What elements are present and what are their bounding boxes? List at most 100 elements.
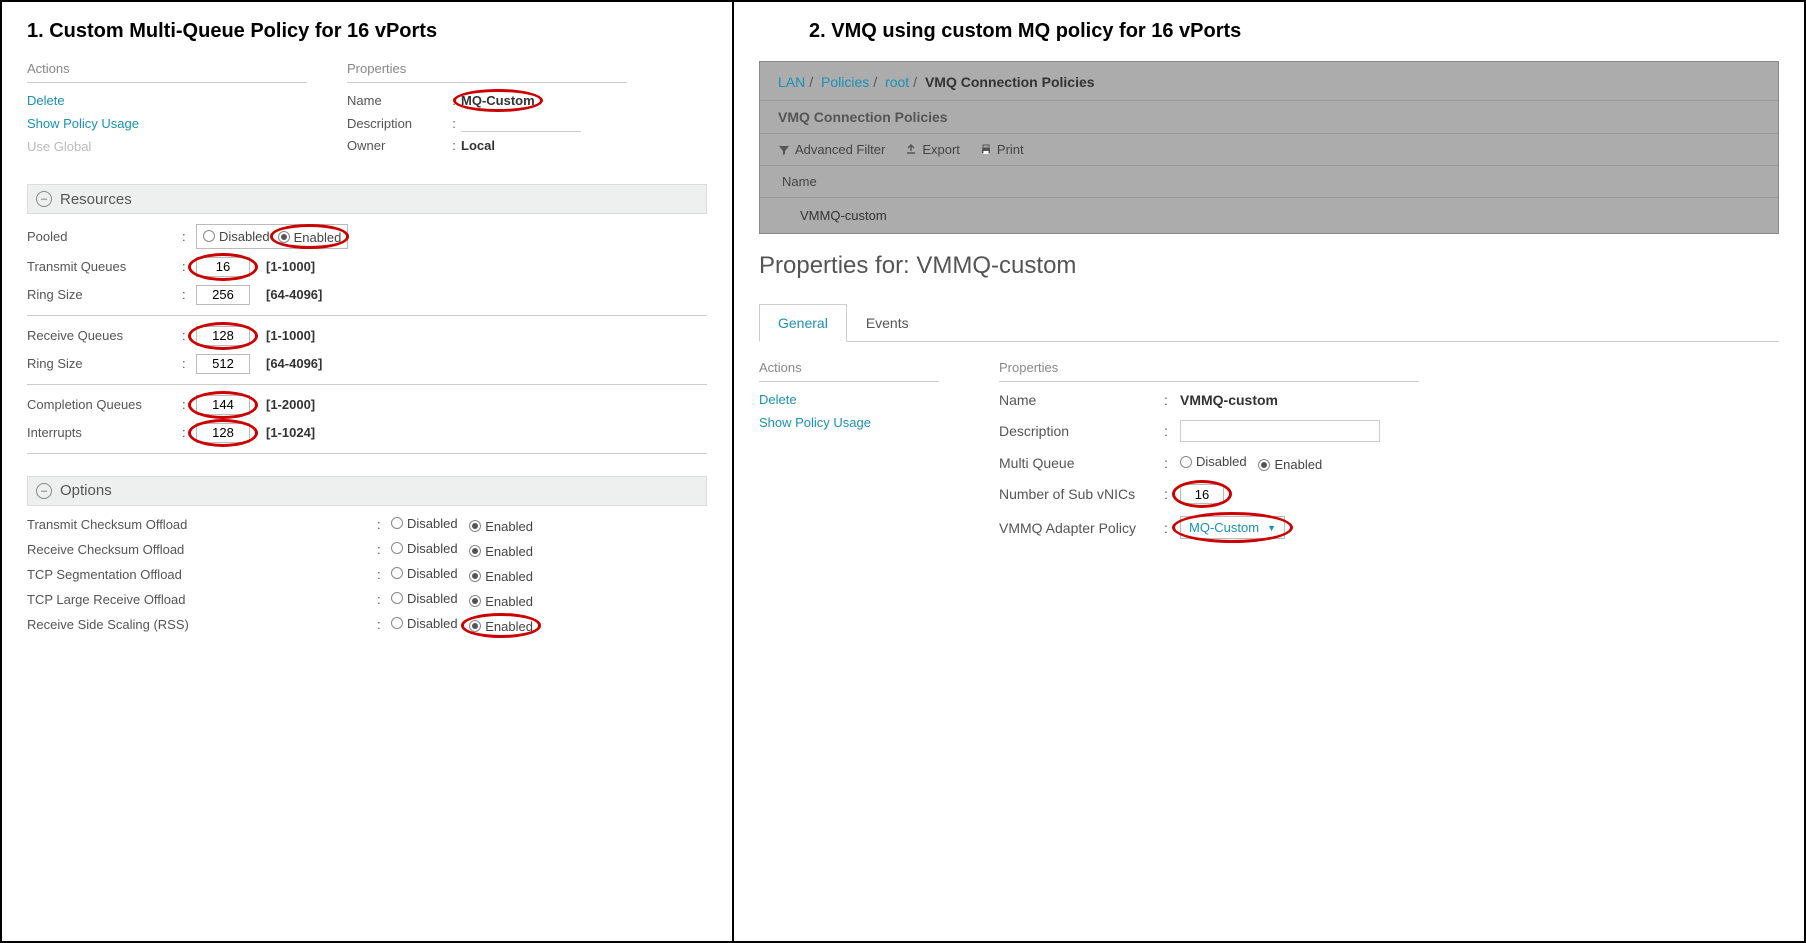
tcp-seg-label: TCP Segmentation Offload: [27, 567, 377, 582]
actions-header: Actions: [27, 61, 307, 83]
rx-csum-label: Receive Checksum Offload: [27, 542, 377, 557]
policies-list-block: LAN/ Policies/ root/ VMQ Connection Poli…: [759, 61, 1779, 234]
rss-enabled-radio[interactable]: [469, 620, 481, 632]
right-actions-column: Actions Delete Show Policy Usage: [759, 360, 959, 551]
description-label: Description: [347, 116, 447, 131]
right-actions-header: Actions: [759, 360, 939, 382]
rss-label: Receive Side Scaling (RSS): [27, 617, 377, 632]
tx-csum-label: Transmit Checksum Offload: [27, 517, 377, 532]
tx-queues-input[interactable]: [196, 257, 250, 277]
rx-csum-enabled-radio[interactable]: [469, 545, 481, 557]
options-header[interactable]: – Options: [27, 476, 707, 506]
right-properties-column: Properties Name : VMMQ-custom Descriptio…: [999, 360, 1419, 551]
export-icon: [905, 144, 917, 156]
tcp-seg-disabled-radio[interactable]: [391, 567, 403, 579]
tx-ring-range: [64-4096]: [266, 287, 322, 302]
r-mq-label: Multi Queue: [999, 455, 1164, 471]
collapse-icon[interactable]: –: [36, 191, 52, 207]
pooled-radio-group[interactable]: Disabled Enabled: [196, 224, 348, 249]
tcp-seg-radio-group[interactable]: Disabled Enabled: [391, 566, 533, 584]
tx-queues-label: Transmit Queues: [27, 259, 182, 274]
export-button[interactable]: Export: [905, 142, 960, 157]
right-panel-title: 2. VMQ using custom MQ policy for 16 vPo…: [759, 20, 1779, 43]
print-icon: [980, 144, 992, 156]
tcp-lro-radio-group[interactable]: Disabled Enabled: [391, 591, 533, 609]
use-global-link: Use Global: [27, 139, 307, 154]
r-subvnics-label: Number of Sub vNICs: [999, 486, 1164, 502]
rx-ring-label: Ring Size: [27, 356, 182, 371]
rx-queues-range: [1-1000]: [266, 328, 315, 343]
cq-input[interactable]: [196, 395, 250, 415]
description-input[interactable]: [461, 114, 581, 132]
resources-header[interactable]: – Resources: [27, 184, 707, 214]
list-row[interactable]: VMMQ-custom: [760, 198, 1778, 233]
tx-ring-input[interactable]: [196, 285, 250, 305]
tx-queues-range: [1-1000]: [266, 259, 315, 274]
rx-ring-input[interactable]: [196, 354, 250, 374]
breadcrumb: LAN/ Policies/ root/ VMQ Connection Poli…: [760, 62, 1778, 100]
tx-csum-enabled-radio[interactable]: [469, 520, 481, 532]
rx-queues-input[interactable]: [196, 326, 250, 346]
pooled-enabled-radio[interactable]: [278, 231, 290, 243]
actions-column: Actions Delete Show Policy Usage Use Glo…: [27, 61, 307, 162]
tcp-lro-label: TCP Large Receive Offload: [27, 592, 377, 607]
pooled-label: Pooled: [27, 229, 182, 244]
r-desc-label: Description: [999, 423, 1164, 439]
name-label: Name: [347, 93, 447, 108]
breadcrumb-root[interactable]: root: [885, 74, 909, 90]
properties-header: Properties: [347, 61, 627, 83]
show-policy-usage-link[interactable]: Show Policy Usage: [27, 116, 307, 131]
left-panel: 1. Custom Multi-Queue Policy for 16 vPor…: [2, 2, 734, 941]
right-show-policy-usage-link[interactable]: Show Policy Usage: [759, 415, 959, 430]
cq-range: [1-2000]: [266, 397, 315, 412]
tx-csum-disabled-radio[interactable]: [391, 517, 403, 529]
right-delete-link[interactable]: Delete: [759, 392, 959, 407]
mq-enabled-radio[interactable]: [1258, 459, 1270, 471]
rss-disabled-radio[interactable]: [391, 617, 403, 629]
pooled-disabled-radio[interactable]: [203, 230, 215, 242]
interrupts-label: Interrupts: [27, 425, 182, 440]
screenshot-frame: 1. Custom Multi-Queue Policy for 16 vPor…: [0, 0, 1806, 943]
tab-events[interactable]: Events: [847, 304, 928, 341]
tcp-lro-disabled-radio[interactable]: [391, 592, 403, 604]
breadcrumb-policies[interactable]: Policies: [821, 74, 869, 90]
rx-csum-disabled-radio[interactable]: [391, 542, 403, 554]
right-properties-header: Properties: [999, 360, 1419, 382]
left-panel-title: 1. Custom Multi-Queue Policy for 16 vPor…: [27, 20, 707, 43]
tx-csum-radio-group[interactable]: Disabled Enabled: [391, 516, 533, 534]
interrupts-range: [1-1024]: [266, 425, 315, 440]
tx-ring-label: Ring Size: [27, 287, 182, 302]
filter-icon: [778, 144, 790, 156]
cq-label: Completion Queues: [27, 397, 182, 412]
r-name-value: VMMQ-custom: [1180, 392, 1278, 408]
right-panel: 2. VMQ using custom MQ policy for 16 vPo…: [734, 2, 1804, 941]
interrupts-input[interactable]: [196, 423, 250, 443]
name-value: MQ-Custom: [461, 93, 535, 108]
rx-ring-range: [64-4096]: [266, 356, 322, 371]
r-desc-input[interactable]: [1180, 420, 1380, 442]
tcp-seg-enabled-radio[interactable]: [469, 570, 481, 582]
chevron-down-icon: ▼: [1267, 523, 1276, 533]
delete-link[interactable]: Delete: [27, 93, 307, 108]
collapse-icon[interactable]: –: [36, 483, 52, 499]
r-name-label: Name: [999, 392, 1164, 408]
rx-csum-radio-group[interactable]: Disabled Enabled: [391, 541, 533, 559]
tcp-lro-enabled-radio[interactable]: [469, 595, 481, 607]
mq-disabled-radio[interactable]: [1180, 456, 1192, 468]
breadcrumb-current: VMQ Connection Policies: [925, 74, 1095, 90]
properties-for-title: Properties for: VMMQ-custom: [759, 252, 1779, 280]
breadcrumb-lan[interactable]: LAN: [778, 74, 805, 90]
sub-vnics-input[interactable]: [1180, 484, 1224, 504]
r-adapter-label: VMMQ Adapter Policy: [999, 520, 1164, 536]
tab-general[interactable]: General: [759, 304, 847, 342]
owner-label: Owner: [347, 138, 447, 153]
list-column-name: Name: [760, 166, 1778, 198]
properties-column: Properties Name : MQ-Custom Description …: [347, 61, 647, 162]
list-toolbar: Advanced Filter Export Print: [760, 134, 1778, 166]
print-button[interactable]: Print: [980, 142, 1024, 157]
list-section-title: VMQ Connection Policies: [760, 100, 1778, 134]
adapter-policy-dropdown[interactable]: MQ-Custom ▼: [1180, 516, 1285, 539]
advanced-filter-button[interactable]: Advanced Filter: [778, 142, 885, 157]
r-mq-radio-group[interactable]: Disabled Enabled: [1180, 454, 1322, 472]
rss-radio-group[interactable]: Disabled Enabled: [391, 616, 533, 634]
